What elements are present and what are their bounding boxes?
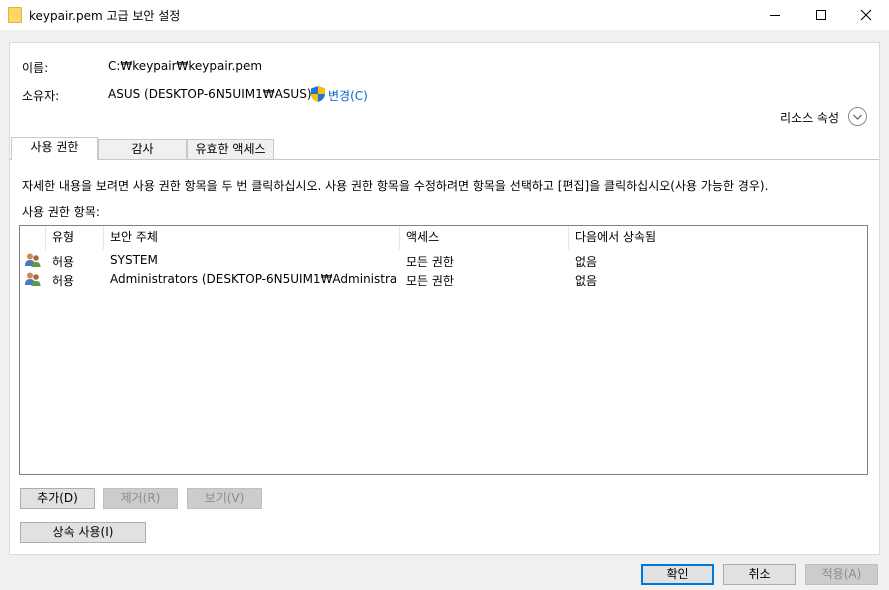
name-value: C:₩keypair₩keypair.pem bbox=[108, 59, 263, 73]
table-row[interactable]: 허용 Administrators (DESKTOP-6N5UIM1₩Admin… bbox=[20, 270, 867, 289]
table-row[interactable]: 허용 SYSTEM 모든 권한 없음 bbox=[20, 251, 867, 270]
owner-label: 소유자: bbox=[22, 89, 60, 103]
row-principal: SYSTEM bbox=[110, 253, 158, 267]
tab-permissions[interactable]: 사용 권한 bbox=[11, 137, 98, 160]
column-header-principal[interactable]: 보안 주체 bbox=[104, 226, 400, 250]
column-header-access[interactable]: 액세스 bbox=[400, 226, 569, 250]
chevron-down-icon bbox=[853, 114, 862, 120]
column-header-icon bbox=[20, 226, 46, 250]
owner-value: ASUS (DESKTOP-6N5UIM1₩ASUS) bbox=[108, 87, 312, 101]
uac-shield-icon bbox=[311, 86, 325, 102]
cancel-button[interactable]: 취소 bbox=[723, 564, 796, 585]
row-access: 모든 권한 bbox=[406, 274, 454, 288]
expand-button[interactable] bbox=[848, 107, 867, 126]
tab-effective-access[interactable]: 유효한 액세스 bbox=[187, 139, 274, 159]
row-access: 모든 권한 bbox=[406, 255, 454, 269]
remove-button[interactable]: 제거(R) bbox=[103, 488, 178, 509]
description-text: 자세한 내용을 보려면 사용 권한 항목을 두 번 클릭하십시오. 사용 권한 … bbox=[22, 179, 769, 193]
maximize-icon bbox=[816, 10, 826, 20]
resource-properties-label: 리소스 속성 bbox=[780, 111, 840, 125]
users-icon bbox=[25, 272, 41, 286]
main-panel: 이름: C:₩keypair₩keypair.pem 소유자: ASUS (DE… bbox=[9, 42, 880, 555]
enable-inheritance-button[interactable]: 상속 사용(I) bbox=[20, 522, 146, 543]
row-type: 허용 bbox=[52, 274, 75, 288]
folder-icon bbox=[8, 7, 22, 23]
minimize-icon bbox=[770, 15, 780, 16]
permission-entries-label: 사용 권한 항목: bbox=[22, 205, 100, 219]
row-inherited: 없음 bbox=[575, 274, 598, 288]
row-type: 허용 bbox=[52, 255, 75, 269]
view-button[interactable]: 보기(V) bbox=[187, 488, 262, 509]
permission-entries-list[interactable]: 유형 보안 주체 액세스 다음에서 상속됨 허용 SYSTEM 모든 권한 없음… bbox=[19, 225, 868, 475]
minimize-button[interactable] bbox=[752, 0, 798, 30]
close-icon bbox=[860, 9, 872, 21]
row-principal: Administrators (DESKTOP-6N5UIM1₩Administ… bbox=[110, 272, 396, 286]
ok-button[interactable]: 확인 bbox=[641, 564, 714, 585]
apply-button[interactable]: 적용(A) bbox=[805, 564, 878, 585]
title-bar: keypair.pem 고급 보안 설정 bbox=[0, 0, 889, 30]
column-header-type[interactable]: 유형 bbox=[46, 226, 104, 250]
maximize-button[interactable] bbox=[798, 0, 844, 30]
change-owner-link[interactable]: 변경(C) bbox=[328, 87, 368, 104]
close-button[interactable] bbox=[843, 0, 889, 30]
row-inherited: 없음 bbox=[575, 255, 598, 269]
add-button[interactable]: 추가(D) bbox=[20, 488, 95, 509]
column-header-inherited[interactable]: 다음에서 상속됨 bbox=[569, 226, 867, 250]
tab-auditing[interactable]: 감사 bbox=[98, 139, 187, 159]
name-label: 이름: bbox=[22, 61, 49, 75]
tab-divider bbox=[10, 159, 879, 160]
window-title: keypair.pem 고급 보안 설정 bbox=[29, 9, 181, 23]
users-icon bbox=[25, 253, 41, 267]
